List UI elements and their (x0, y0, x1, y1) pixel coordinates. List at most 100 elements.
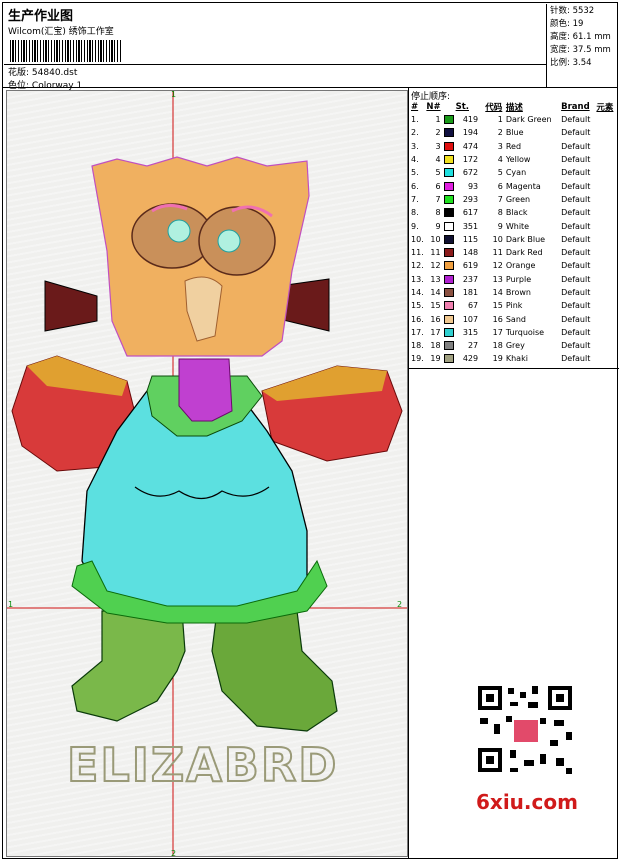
row-code: 14 (492, 288, 503, 297)
row-code: 12 (492, 261, 503, 271)
row-stitches: 93 (443, 179, 486, 192)
row-needle: 14 (430, 288, 441, 297)
row-element (596, 273, 617, 286)
color-swatch (443, 208, 454, 218)
left-bolt (44, 280, 98, 332)
row-needle: 11 (430, 248, 441, 258)
row-code: 9 (497, 221, 503, 231)
row-element (596, 233, 617, 246)
row-needle: 17 (430, 327, 441, 337)
row-element (596, 299, 617, 312)
row-code: 10 (492, 234, 503, 244)
row-needle: 15 (430, 301, 441, 311)
row-index: 9. (411, 221, 419, 231)
table-row: 2. 2 194 2 Blue Default (411, 126, 617, 139)
row-needle: 6 (435, 181, 441, 191)
stat-stitches: 针数: 5532 (550, 6, 595, 16)
row-desc: Dark Red (505, 248, 543, 258)
row-stitches: 194 (443, 126, 486, 139)
row-desc: Black (505, 208, 528, 218)
row-desc: Dark Blue (505, 234, 546, 244)
stat-height: 高度: 61.1 mm (550, 32, 611, 42)
row-code: 16 (492, 314, 503, 324)
color-swatch (443, 354, 454, 364)
row-stitches: 148 (443, 246, 486, 259)
row-index: 2. (411, 128, 419, 138)
embroidery-drawing: 1 1 2 2 ELIZABRD (7, 90, 407, 858)
row-brand: Default (561, 181, 591, 191)
row-stitches: 67 (443, 299, 486, 312)
color-swatch (443, 261, 454, 271)
table-row: 14. 14 181 14 Brown Default (411, 286, 617, 299)
table-row: 10. 10 115 10 Dark Blue Default (411, 233, 617, 246)
row-stitches: 351 (443, 219, 486, 232)
row-code: 1 (497, 115, 503, 125)
row-brand: Default (561, 194, 591, 204)
row-desc: White (505, 221, 530, 231)
row-element (596, 153, 617, 166)
row-stitches: 27 (443, 339, 486, 352)
table-row: 4. 4 172 4 Yellow Default (411, 153, 617, 166)
row-desc: Magenta (505, 181, 541, 191)
row-desc: Red (505, 141, 522, 151)
row-needle: 19 (430, 354, 441, 364)
row-desc: Orange (505, 261, 536, 271)
row-element (596, 179, 617, 192)
row-index: 4. (411, 155, 419, 165)
table-row: 5. 5 672 5 Cyan Default (411, 166, 617, 179)
row-element (596, 219, 617, 232)
row-element (596, 166, 617, 179)
color-swatch (443, 327, 454, 337)
row-element (596, 126, 617, 139)
row-needle: 10 (430, 234, 441, 244)
row-code: 13 (492, 274, 503, 284)
row-stitches: 429 (443, 352, 486, 365)
row-brand: Default (561, 155, 591, 165)
axis-label-bottom: 2 (171, 849, 176, 856)
row-code: 8 (497, 208, 503, 218)
color-swatch (443, 155, 454, 165)
header-info: 生产作业图 Wilcom(汇宝) 绣饰工作室 花版: 54840.dst 色位:… (6, 4, 546, 91)
design-file: 花版: 54840.dst (8, 65, 77, 78)
row-code: 5 (497, 168, 503, 178)
table-row: 7. 7 293 7 Green Default (411, 193, 617, 206)
row-element (596, 259, 617, 272)
color-swatch (443, 248, 454, 258)
design-canvas: 1 1 2 2 ELIZABRD (6, 90, 408, 858)
row-desc: Turquoise (505, 327, 545, 337)
row-brand: Default (561, 327, 591, 337)
left-pupil (167, 219, 191, 243)
col-desc: 描述 (505, 102, 523, 113)
row-code: 4 (497, 155, 503, 165)
color-swatch (443, 168, 454, 178)
row-desc: Pink (505, 301, 523, 311)
row-code: 17 (492, 327, 503, 337)
table-row: 3. 3 474 3 Red Default (411, 140, 617, 153)
table-row: 16. 16 107 16 Sand Default (411, 312, 617, 325)
design-lettering: ELIZABRD (67, 738, 338, 792)
table-row: 8. 8 617 8 Black Default (411, 206, 617, 219)
axis-label-top: 1 (171, 91, 176, 99)
table-row: 15. 15 67 15 Pink Default (411, 299, 617, 312)
row-needle: 5 (435, 168, 441, 178)
row-code: 3 (497, 141, 503, 151)
watermark-brand: 6xiu.com (476, 790, 578, 814)
color-swatch (443, 274, 454, 284)
row-needle: 4 (435, 155, 441, 165)
axis-label-right: 2 (397, 600, 402, 609)
table-row: 9. 9 351 9 White Default (411, 219, 617, 232)
row-index: 11. (411, 248, 424, 258)
stats-box: 针数: 5532 颜色: 19 高度: 61.1 mm 宽度: 37.5 mm … (546, 4, 620, 88)
row-stitches: 419 (443, 113, 486, 126)
row-stitches: 293 (443, 193, 486, 206)
col-index: # (411, 101, 419, 112)
row-brand: Default (561, 274, 591, 284)
design-value: 54840.dst (31, 68, 78, 78)
stat-scale: 比例: 3.54 (550, 58, 592, 68)
row-stitches: 181 (443, 286, 486, 299)
row-index: 13. (411, 274, 424, 284)
left-leg (71, 610, 186, 722)
row-desc: Dark Green (505, 115, 552, 125)
neck (178, 358, 233, 422)
design-label: 花版: (8, 68, 30, 78)
